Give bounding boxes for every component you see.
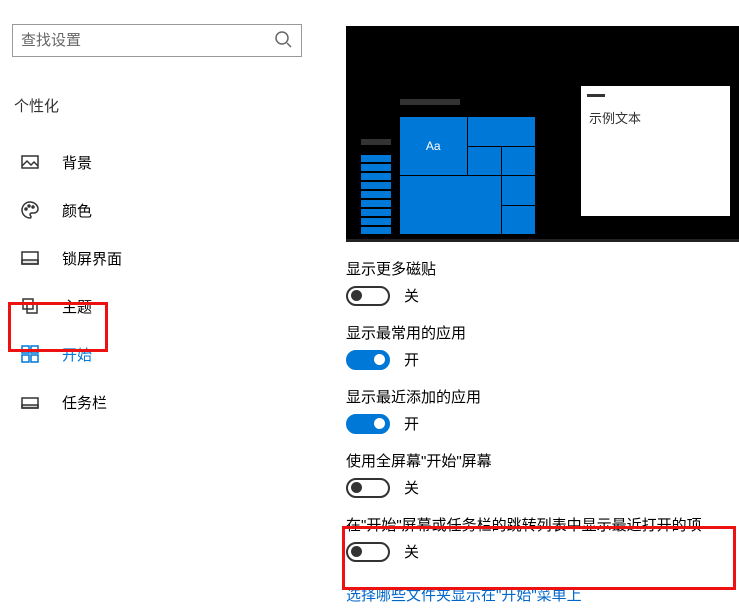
toggle-recently-added[interactable] (346, 414, 390, 434)
preview-tile-aa: Aa (400, 117, 467, 175)
nav-item-themes[interactable]: 主题 (0, 282, 310, 330)
preview-sample-text: 示例文本 (581, 104, 730, 216)
content-pane: Aa 示例文本 显示更多磁贴 关 显示最常用的应用 (310, 0, 739, 615)
toggle-state: 开 (404, 413, 419, 434)
start-preview: Aa 示例文本 (346, 26, 739, 242)
toggle-more-tiles[interactable] (346, 286, 390, 306)
setting-recently-added: 显示最近添加的应用 开 (346, 386, 739, 434)
themes-icon (20, 296, 40, 316)
preview-window: 示例文本 (581, 86, 730, 216)
nav-label: 背景 (62, 152, 92, 173)
toggle-state: 关 (404, 285, 419, 306)
nav-label: 主题 (62, 296, 92, 317)
section-heading: 个性化 (0, 77, 310, 138)
toggle-state: 关 (404, 477, 419, 498)
palette-icon (20, 200, 40, 220)
setting-label: 显示最近添加的应用 (346, 386, 739, 407)
lockscreen-icon (20, 248, 40, 268)
nav-label: 开始 (62, 344, 92, 365)
toggle-state: 开 (404, 349, 419, 370)
setting-more-tiles: 显示更多磁贴 关 (346, 258, 739, 306)
nav-label: 颜色 (62, 200, 92, 221)
nav-label: 锁屏界面 (62, 248, 122, 269)
start-icon (20, 344, 40, 364)
nav-item-colors[interactable]: 颜色 (0, 186, 310, 234)
toggle-state: 关 (404, 541, 419, 562)
taskbar-icon (20, 392, 40, 412)
preview-tile-grid: Aa (400, 99, 535, 234)
link-choose-folders[interactable]: 选择哪些文件夹显示在"开始"菜单上 (346, 584, 739, 605)
sidebar: 个性化 背景 颜色 锁屏界面 主题 (0, 0, 310, 615)
search-icon (273, 29, 293, 52)
nav-item-start[interactable]: 开始 (0, 330, 310, 378)
setting-most-used: 显示最常用的应用 开 (346, 322, 739, 370)
toggle-fullscreen-start[interactable] (346, 478, 390, 498)
nav-label: 任务栏 (62, 392, 107, 413)
setting-label: 显示最常用的应用 (346, 322, 739, 343)
nav-item-lockscreen[interactable]: 锁屏界面 (0, 234, 310, 282)
nav-item-taskbar[interactable]: 任务栏 (0, 378, 310, 426)
toggle-jumplist-recent[interactable] (346, 542, 390, 562)
nav-item-background[interactable]: 背景 (0, 138, 310, 186)
search-box[interactable] (12, 24, 302, 57)
search-input[interactable] (21, 32, 273, 49)
toggle-most-used[interactable] (346, 350, 390, 370)
setting-label: 在"开始"屏幕或任务栏的跳转列表中显示最近打开的项 (346, 514, 739, 535)
image-icon (20, 152, 40, 172)
setting-label: 使用全屏幕"开始"屏幕 (346, 450, 739, 471)
setting-fullscreen-start: 使用全屏幕"开始"屏幕 关 (346, 450, 739, 498)
setting-jumplist-recent: 在"开始"屏幕或任务栏的跳转列表中显示最近打开的项 关 (346, 514, 739, 562)
preview-app-list (356, 99, 396, 234)
setting-label: 显示更多磁贴 (346, 258, 739, 279)
